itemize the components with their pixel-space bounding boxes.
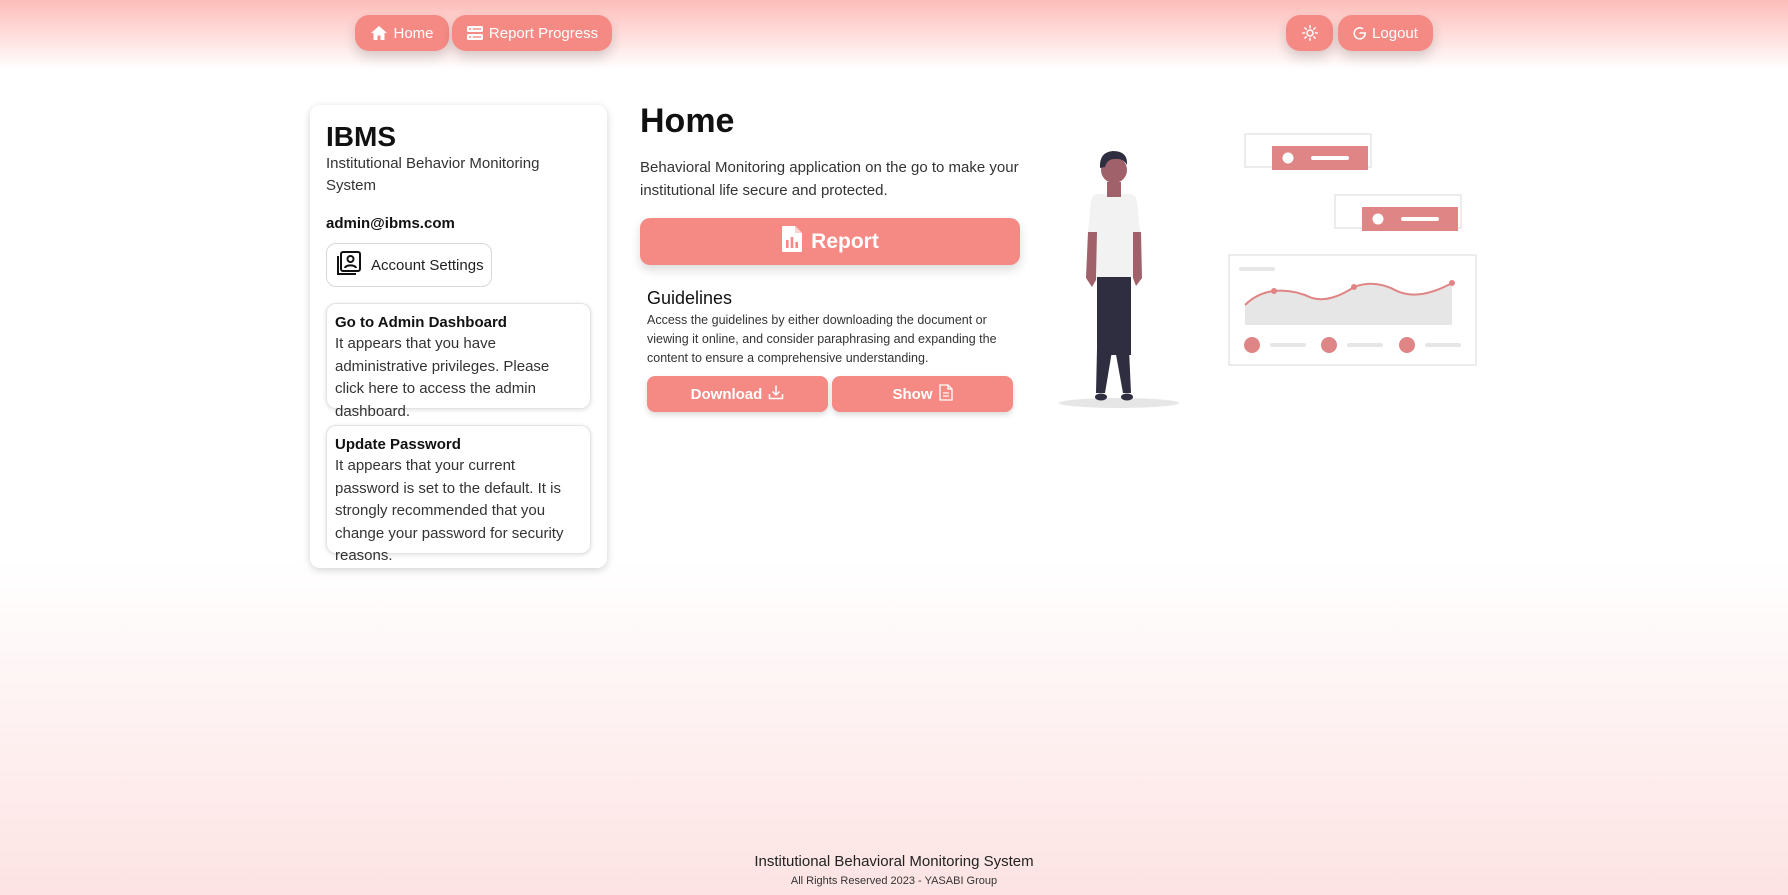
download-guidelines-button[interactable]: Download: [647, 376, 828, 412]
document-icon: [938, 383, 953, 405]
show-guidelines-button[interactable]: Show: [832, 376, 1013, 412]
report-label: Report: [811, 229, 879, 253]
guidelines-title: Guidelines: [647, 288, 733, 308]
account-settings-label: Account Settings: [371, 256, 484, 274]
update-password-notice[interactable]: Update Password It appears that your cur…: [326, 425, 591, 564]
theme-toggle-button[interactable]: [1286, 15, 1333, 51]
analytics-illustration: [1055, 125, 1485, 420]
admin-notice-title: Go to Admin Dashboard: [335, 314, 507, 331]
user-profile-icon: [335, 249, 363, 281]
brand-title: IBMS: [326, 121, 396, 152]
admin-notice-body: It appears that you have administrative …: [335, 335, 550, 420]
download-label: Download: [690, 385, 763, 403]
download-icon: [768, 384, 784, 404]
guidelines-body: Access the guidelines by either download…: [647, 313, 997, 365]
footer-copyright: All Rights Reserved 2023 - YASABI Group: [790, 875, 998, 887]
logout-icon: [1353, 26, 1367, 40]
page-description: Behavioral Monitoring application on the…: [640, 159, 1019, 199]
logout-label: Logout: [1372, 24, 1418, 42]
footer-title: Institutional Behavioral Monitoring Syst…: [754, 853, 1034, 870]
password-notice-title: Update Password: [335, 436, 461, 453]
report-button[interactable]: Report: [640, 218, 1020, 265]
profile-card: IBMS Institutional Behavior Monitoring S…: [310, 105, 607, 568]
home-nav-button[interactable]: Home: [355, 15, 449, 51]
home-nav-label: Home: [393, 24, 434, 42]
show-label: Show: [892, 385, 933, 403]
home-icon: [370, 25, 388, 41]
report-progress-nav-button[interactable]: Report Progress: [452, 15, 612, 51]
sun-icon: [1301, 25, 1318, 41]
logout-button[interactable]: Logout: [1338, 15, 1433, 51]
brand-subtitle: Institutional Behavior Monitoring System: [326, 155, 540, 194]
password-notice-body: It appears that your current password is…: [335, 457, 564, 564]
admin-dashboard-notice[interactable]: Go to Admin Dashboard It appears that yo…: [326, 303, 591, 420]
report-progress-nav-label: Report Progress: [488, 24, 599, 42]
page-title: Home: [640, 102, 735, 140]
account-settings-button[interactable]: Account Settings: [326, 243, 492, 287]
user-email: admin@ibms.com: [326, 215, 455, 232]
file-chart-icon: [781, 225, 803, 259]
server-icon: [466, 25, 484, 41]
